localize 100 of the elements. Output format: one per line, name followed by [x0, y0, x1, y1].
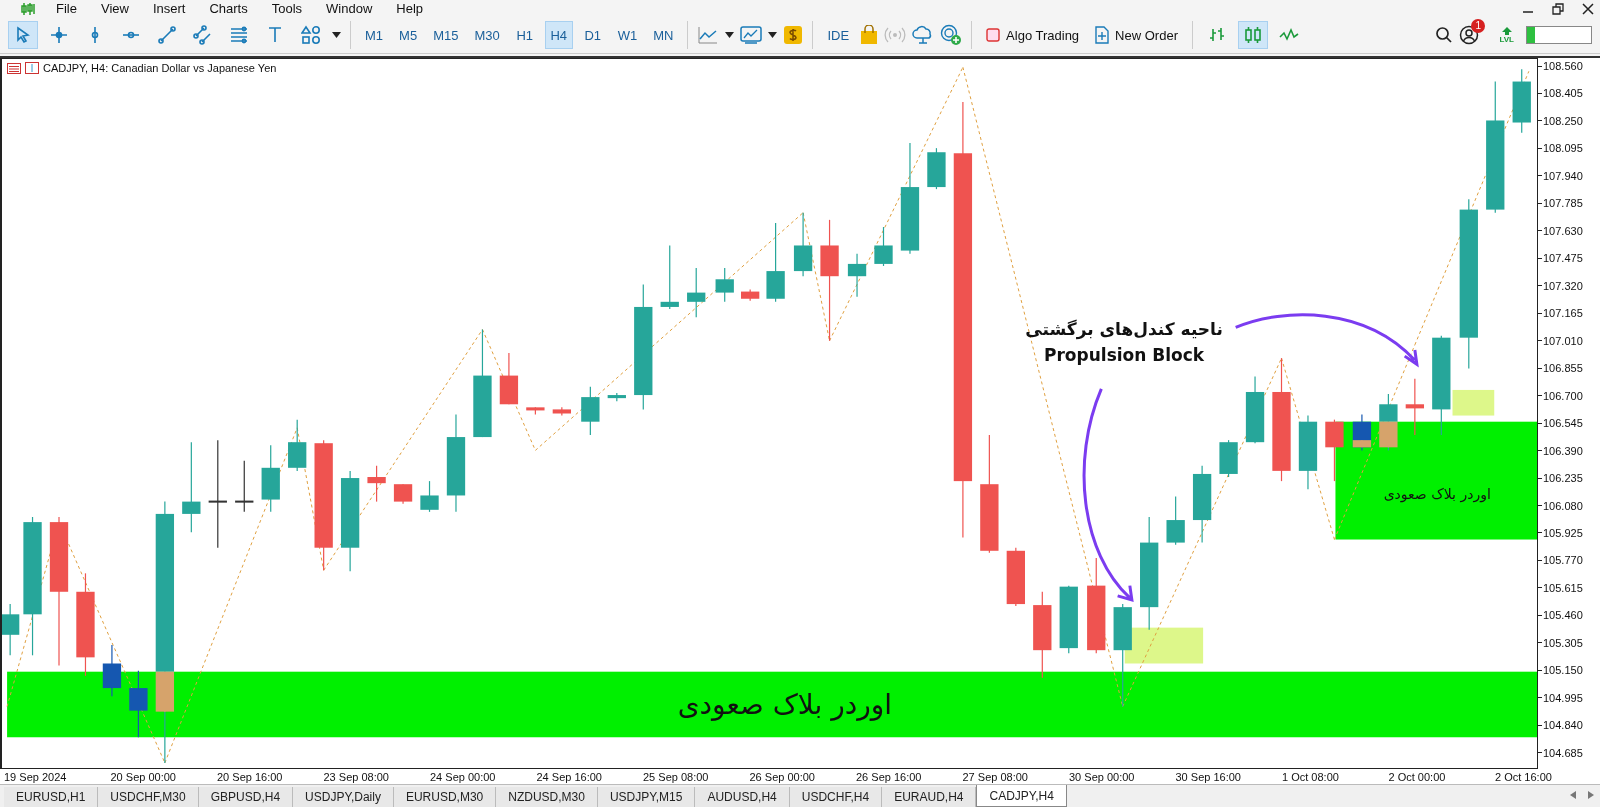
menu-item[interactable]: Window [326, 1, 393, 16]
annotation-text: ناحیه کندل‌های برگشتی [1025, 317, 1223, 342]
candle [499, 352, 519, 405]
cursor-tool-button[interactable] [8, 21, 38, 49]
close-icon[interactable] [1582, 2, 1594, 15]
time-label: 30 Sep 16:00 [1175, 770, 1242, 783]
chart-tab[interactable]: GBPUSD,H4 [198, 787, 294, 807]
algo-trading-button[interactable]: Algo Trading [981, 21, 1085, 49]
trendline-icon [157, 25, 177, 45]
candle [367, 465, 386, 503]
price-label: 106.235 [1538, 472, 1600, 485]
new-order-button[interactable]: New Order [1090, 21, 1183, 49]
zone-label: اوردر بلاک صعودی [1383, 485, 1491, 502]
chart-window-icon[interactable] [740, 25, 763, 45]
candle [581, 386, 600, 436]
timeframe-button[interactable]: H1 [510, 21, 539, 49]
candle [741, 288, 760, 302]
shapes-icon [301, 25, 321, 45]
caret-icon[interactable] [725, 32, 735, 38]
timeframe-button[interactable]: M15 [428, 21, 464, 49]
radar-plus-icon[interactable] [940, 24, 963, 46]
candle [102, 644, 122, 697]
ide-button[interactable]: IDE [822, 21, 855, 49]
propulsion-block-zone [1452, 389, 1495, 416]
menu-item[interactable]: Insert [152, 1, 206, 16]
chart-tab[interactable]: USDCHF,H4 [789, 787, 883, 807]
price-label: 106.700 [1538, 389, 1600, 402]
fibo-icon [229, 25, 249, 45]
restore-icon[interactable] [1552, 2, 1564, 15]
candle [687, 267, 706, 318]
candle [607, 392, 626, 402]
timeframe-button[interactable]: W1 [612, 21, 643, 49]
time-label: 20 Sep 16:00 [217, 770, 284, 783]
stop-square-icon [986, 28, 1001, 42]
price-label: 108.560 [1538, 60, 1600, 72]
zone-label: اوردر بلاک صعودی [677, 687, 892, 721]
crosshair-icon [49, 25, 69, 45]
chart-tab[interactable]: EURUSD,H1 [4, 787, 99, 807]
price-label: 105.925 [1538, 526, 1600, 539]
timeframe-button[interactable]: MN [648, 21, 679, 49]
caret-icon[interactable] [332, 32, 341, 38]
price-label: 105.460 [1538, 609, 1600, 622]
price-label: 106.855 [1538, 362, 1600, 375]
price-label: 108.250 [1538, 114, 1600, 127]
chart-tab[interactable]: AUDUSD,H4 [695, 787, 790, 807]
price-label: 108.405 [1538, 87, 1600, 100]
time-label: 24 Sep 00:00 [430, 770, 497, 783]
price-label: 104.685 [1538, 746, 1600, 759]
candle [660, 244, 679, 310]
candle [1405, 378, 1424, 436]
timeframe-button[interactable]: M30 [469, 21, 505, 49]
time-label: 30 Sep 00:00 [1069, 770, 1136, 783]
chart-tab[interactable]: USDJPY,M15 [597, 787, 696, 807]
annotation-text: Propulsion Block [1044, 343, 1205, 367]
candle [526, 406, 545, 416]
menu-item[interactable]: Tools [271, 1, 323, 16]
candle [261, 444, 280, 513]
chart-tab[interactable]: NZDUSD,M30 [496, 787, 598, 807]
price-label: 104.840 [1538, 719, 1600, 732]
chart-title: CADJPY, H4: Canadian Dollar vs Japanese Yen [43, 62, 277, 74]
shopping-bag-icon[interactable] [860, 25, 879, 45]
time-label: 27 Sep 08:00 [962, 770, 1029, 783]
candles-chart-button[interactable] [1237, 21, 1268, 49]
candle [552, 406, 571, 417]
menu-item[interactable]: Charts [209, 1, 268, 16]
timeframe-button[interactable]: M5 [394, 21, 423, 49]
caret-icon[interactable] [768, 32, 778, 38]
price-label: 107.165 [1538, 307, 1600, 320]
time-label: 19 Sep 2024 [4, 770, 68, 783]
chart-window-icon [25, 62, 39, 74]
chart-tab[interactable]: USDJPY,Daily [293, 787, 394, 807]
timeframe-button[interactable]: D1 [578, 21, 607, 49]
timeframe-button[interactable]: M1 [360, 21, 389, 49]
candle [1325, 419, 1344, 482]
time-label: 2 Oct 00:00 [1388, 770, 1447, 783]
price-label: 104.995 [1538, 691, 1600, 704]
chart-tab[interactable]: CADJPY,H4 [976, 785, 1067, 807]
candle [847, 253, 867, 298]
candle [874, 226, 893, 267]
search-icon[interactable] [1435, 26, 1454, 44]
chart-tab[interactable]: EURAUD,H4 [882, 787, 977, 807]
chart-tab[interactable]: USDCHF,M30 [98, 787, 199, 807]
candle [1512, 68, 1531, 134]
chart-tab[interactable]: EURUSD,M30 [393, 787, 497, 807]
price-label: 106.390 [1538, 444, 1600, 457]
price-label: 107.940 [1538, 169, 1600, 182]
line-chart-icon[interactable] [697, 25, 720, 45]
menu-item[interactable]: File [56, 1, 97, 16]
scroll-right-icon[interactable] [1588, 791, 1594, 799]
timeframe-button[interactable]: H4 [544, 21, 573, 49]
time-label: 24 Sep 16:00 [536, 770, 603, 783]
menu-item[interactable]: View [100, 1, 149, 16]
document-plus-icon [1095, 26, 1110, 44]
scroll-left-icon[interactable] [1570, 791, 1576, 799]
channel-icon [193, 25, 213, 45]
dollar-icon[interactable] [783, 25, 804, 45]
price-label: 106.080 [1538, 499, 1600, 512]
candle [393, 483, 413, 505]
menu-item[interactable]: Help [396, 1, 444, 16]
candle [1059, 585, 1078, 654]
